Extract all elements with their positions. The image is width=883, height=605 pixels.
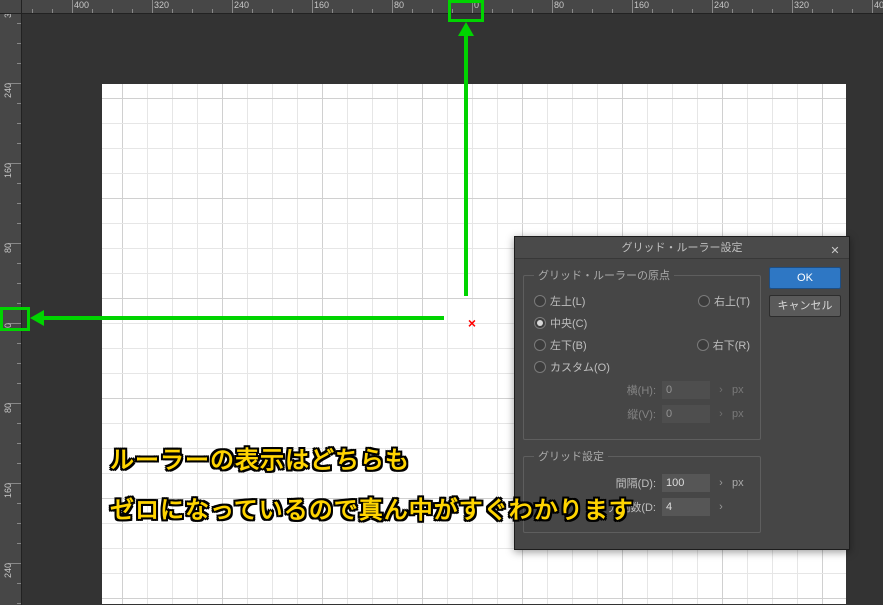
radio-custom[interactable]: カスタム(O): [534, 359, 610, 375]
radio-dot-icon: [698, 295, 710, 307]
unit-label: px: [732, 408, 750, 420]
canvas-viewport[interactable]: × グリッド・ルーラー設定 ✕ グリッド・ルーラーの原点 左上(L) 右上(T)…: [22, 14, 883, 605]
dialog-title: グリッド・ルーラー設定: [622, 242, 743, 254]
grid-div-label: 分割数(D:: [606, 499, 656, 515]
radio-dot-icon: [534, 317, 546, 329]
dialog-titlebar[interactable]: グリッド・ルーラー設定 ✕: [515, 237, 849, 259]
radio-dot-icon: [697, 339, 709, 351]
unit-label: px: [732, 384, 750, 396]
radio-bottom-right[interactable]: 右下(R): [697, 337, 750, 353]
spinner-icon[interactable]: ›: [716, 474, 726, 492]
origin-cross-icon: ×: [466, 317, 478, 329]
grid-gap-input[interactable]: [662, 474, 710, 492]
origin-fieldset: グリッド・ルーラーの原点 左上(L) 右上(T) 中央(C) 左下(B) 右下(…: [523, 267, 761, 440]
radio-center[interactable]: 中央(C): [534, 315, 587, 331]
spinner-icon[interactable]: ›: [716, 498, 726, 516]
ruler-vertical: 32024016080080160240: [0, 14, 22, 605]
radio-top-right[interactable]: 右上(T): [698, 293, 750, 309]
radio-bottom-left[interactable]: 左下(B): [534, 337, 587, 353]
unit-label: px: [732, 477, 750, 489]
origin-legend: グリッド・ルーラーの原点: [534, 267, 674, 283]
cancel-button[interactable]: キャンセル: [769, 295, 841, 317]
radio-dot-icon: [534, 295, 546, 307]
custom-v-input[interactable]: [662, 405, 710, 423]
close-icon[interactable]: ✕: [827, 240, 843, 256]
ruler-corner: [0, 0, 22, 14]
ruler-horizontal: 48040032024016080080160240320400: [22, 0, 883, 14]
grid-div-input[interactable]: [662, 498, 710, 516]
grid-fieldset: グリッド設定 間隔(D): › px 分割数(D: › px: [523, 448, 761, 533]
custom-v-label: 縦(V):: [606, 406, 656, 422]
radio-dot-icon: [534, 339, 546, 351]
spinner-icon[interactable]: ›: [716, 405, 726, 423]
grid-gap-label: 間隔(D):: [606, 475, 656, 491]
grid-legend: グリッド設定: [534, 448, 608, 464]
custom-h-label: 横(H):: [606, 382, 656, 398]
radio-dot-icon: [534, 361, 546, 373]
custom-h-input[interactable]: [662, 381, 710, 399]
ok-button[interactable]: OK: [769, 267, 841, 289]
radio-top-left[interactable]: 左上(L): [534, 293, 585, 309]
grid-ruler-settings-dialog[interactable]: グリッド・ルーラー設定 ✕ グリッド・ルーラーの原点 左上(L) 右上(T) 中…: [514, 236, 850, 550]
spinner-icon[interactable]: ›: [716, 381, 726, 399]
